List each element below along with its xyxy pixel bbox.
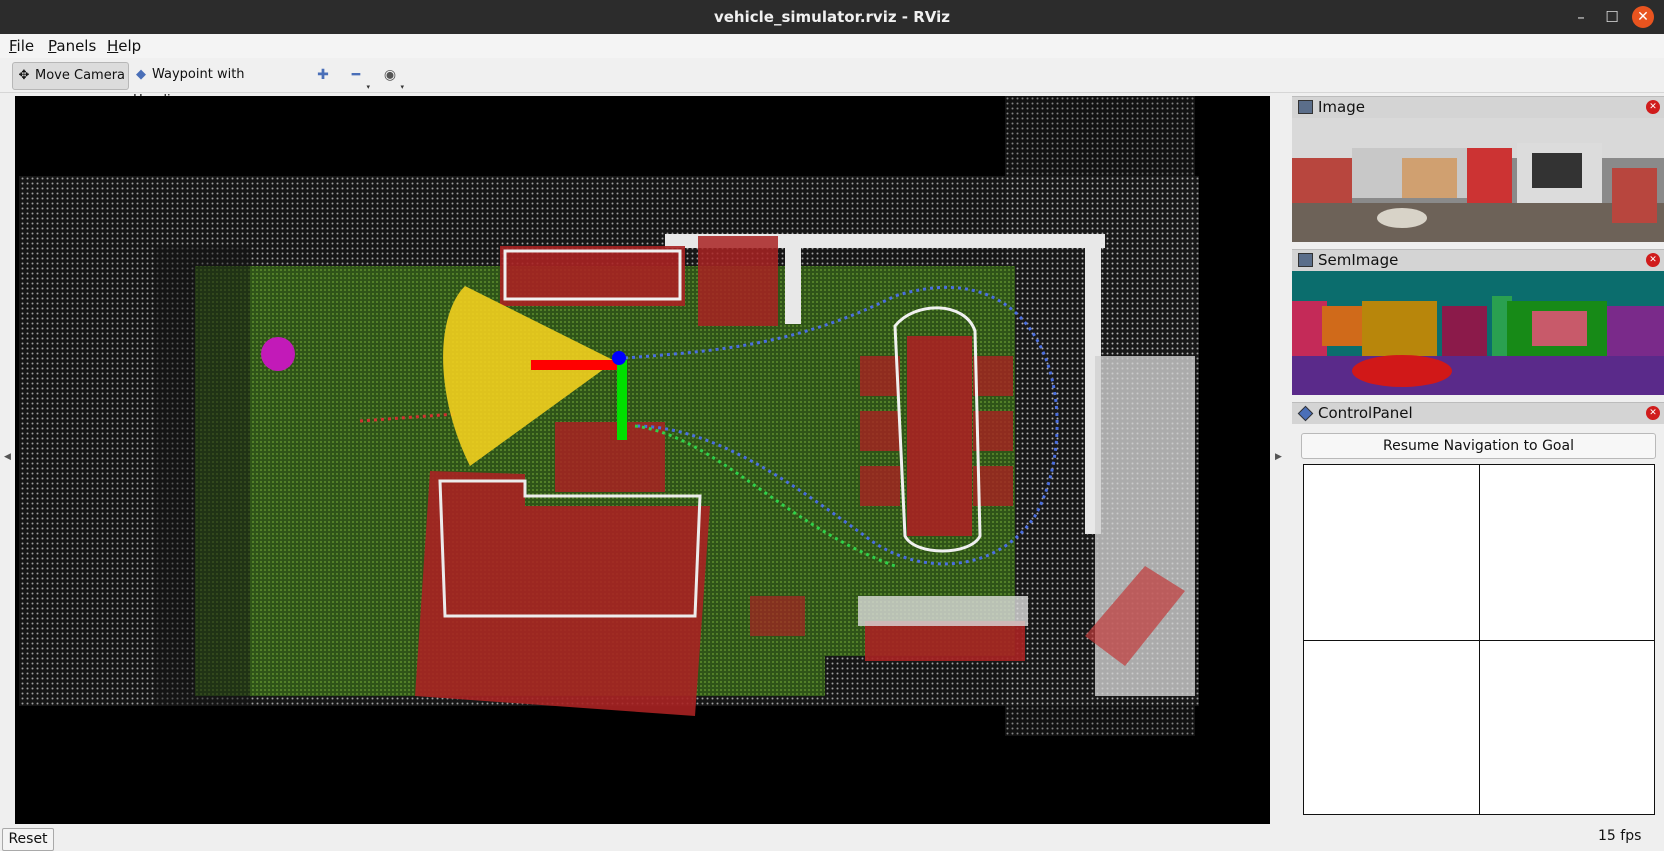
menu-file[interactable]: File (9, 37, 34, 55)
image-panel-icon (1298, 100, 1313, 114)
controlpanel-close-icon[interactable]: ✕ (1646, 406, 1660, 420)
image-panel-title: Image (1318, 98, 1365, 116)
waypoint-icon: ◆ (136, 67, 146, 82)
point-cloud-scene (19, 96, 1199, 736)
plus-icon[interactable]: ✚ (311, 67, 335, 89)
render-view-3d[interactable] (15, 96, 1270, 824)
toolbar: ✥ Move Camera ◆Waypoint with Heading ✚ ━▾… (0, 58, 1664, 108)
semimage-panel-close-icon[interactable]: ✕ (1646, 253, 1660, 267)
controlpanel-icon (1297, 405, 1314, 422)
controlpanel-title: ControlPanel (1318, 404, 1413, 422)
fps-readout: 15 fps (1598, 828, 1642, 844)
panorama-image (1292, 118, 1664, 242)
image-panel-close-icon[interactable]: ✕ (1646, 100, 1660, 114)
semimage-panel-title: SemImage (1318, 251, 1399, 269)
move-camera-label: Move Camera (35, 68, 126, 83)
title-bar: vehicle_simulator.rviz - RViz – ☐ ✕ (0, 0, 1664, 34)
menu-bar: File Panels Help (0, 34, 1664, 58)
menu-panels[interactable]: Panels (48, 37, 96, 55)
maximize-icon[interactable]: ☐ (1601, 6, 1623, 28)
move-camera-button[interactable]: ✥ Move Camera (12, 62, 129, 90)
joystick-horizontal-axis (1304, 640, 1654, 641)
waypoint-heading-button[interactable]: ◆Waypoint with Heading (133, 62, 293, 108)
teleop-joystick-pad[interactable] (1303, 464, 1655, 815)
semimage-panel-view (1292, 271, 1664, 395)
move-camera-icon: ✥ (18, 68, 30, 83)
close-window-icon[interactable]: ✕ (1632, 6, 1654, 28)
minimize-icon[interactable]: – (1570, 6, 1592, 28)
semimage-panel-icon (1298, 253, 1313, 267)
controlpanel-header: ControlPanel ✕ (1292, 402, 1664, 424)
image-panel-header: Image ✕ (1292, 96, 1664, 118)
image-panel-view (1292, 118, 1664, 242)
window-title: vehicle_simulator.rviz - RViz (713, 8, 951, 26)
collapse-right-arrow-icon[interactable]: ▶ (1275, 452, 1282, 462)
reset-button[interactable]: Reset (2, 828, 54, 851)
resume-navigation-button[interactable]: Resume Navigation to Goal (1301, 433, 1656, 459)
menu-help[interactable]: Help (107, 37, 141, 55)
eye-icon[interactable]: ◉ ▾ (378, 67, 404, 91)
minus-icon[interactable]: ━ ▾ (344, 67, 370, 91)
semantic-image (1292, 271, 1664, 395)
collapse-left-arrow-icon[interactable]: ◀ (4, 452, 11, 462)
semimage-panel-header: SemImage ✕ (1292, 249, 1664, 271)
